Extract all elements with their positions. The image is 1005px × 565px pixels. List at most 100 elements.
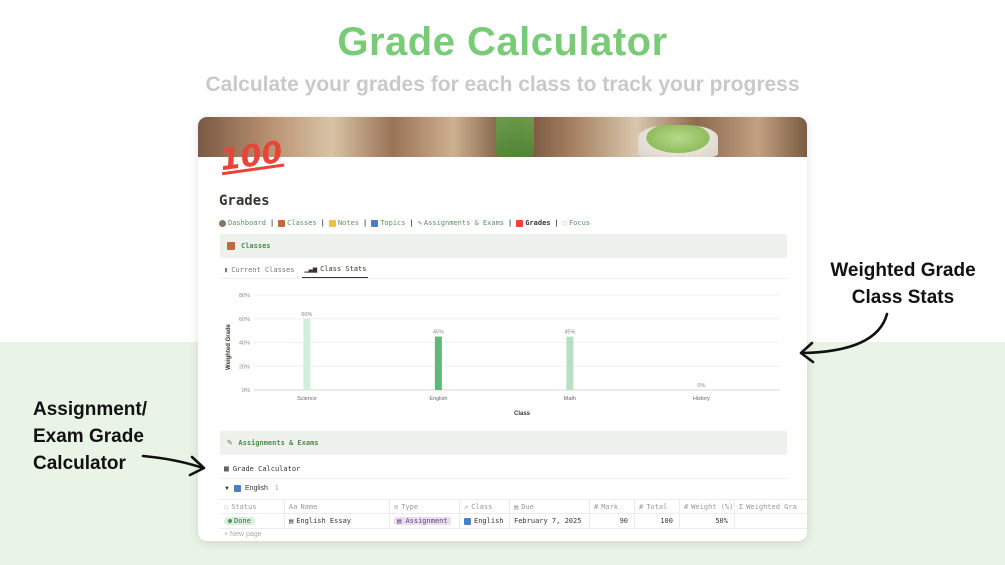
nav-separator: | [269, 219, 275, 227]
cell-weighted-grade[interactable] [735, 514, 807, 528]
classes-callout: Classes [220, 234, 787, 258]
column-header-total[interactable]: # Total [635, 500, 680, 513]
annotation-weighted-grade: Weighted Grade Class Stats [818, 257, 988, 311]
folder-icon [328, 219, 336, 227]
column-header-status[interactable]: ◌ Status [220, 500, 285, 513]
cell-name[interactable]: ▤ English Essay [285, 514, 390, 528]
calendar-icon: ▤ [514, 502, 519, 511]
relation-icon: ↗ [464, 502, 469, 511]
status-text: Done [234, 517, 251, 525]
nav-item-assignments-exams[interactable]: ✎ Assignments & Exams [418, 219, 504, 227]
data-label: 45% [433, 330, 444, 336]
column-label: Weight (%) [691, 502, 734, 511]
nav-item-grades[interactable]: Grades [516, 219, 551, 227]
column-header-due[interactable]: ▤ Due [510, 500, 590, 513]
nav-separator: | [409, 219, 414, 227]
x-axis-label: Class [514, 411, 531, 417]
nav-separator: | [508, 219, 513, 227]
y-axis-label: Weighted Grade [226, 323, 232, 370]
column-header-class[interactable]: ↗ Class [460, 500, 510, 513]
cell-status[interactable]: Done [220, 514, 285, 528]
notion-page-window: 100 Grades Dashboard | Classes | Notes |… [198, 117, 807, 541]
nav-item-topics[interactable]: Topics [371, 219, 405, 227]
column-label: Name [300, 502, 318, 511]
cell-weight[interactable]: 50% [680, 514, 735, 528]
hero-title: Grade Calculator [337, 20, 668, 64]
bar-science[interactable] [303, 318, 311, 390]
books-icon [278, 219, 286, 227]
table-header-row: ◌ Status Aa Name ⊙ Type ↗ Class ▤ Due # Mark #… [220, 499, 807, 514]
hundred-points-emoji[interactable]: 100 [218, 135, 285, 178]
database-title-text: Grade Calculator [232, 464, 301, 473]
nav-separator: | [362, 219, 368, 227]
annotation-line: Weighted Grade [830, 260, 976, 281]
new-page-button[interactable]: + New page [224, 531, 262, 538]
nav-separator: | [554, 219, 559, 227]
bar-math[interactable] [566, 336, 574, 390]
select-icon: ⊙ [394, 502, 399, 511]
database-title[interactable]: ▦ Grade Calculator [224, 464, 300, 473]
cell-type[interactable]: ▤ Assignment [390, 514, 460, 528]
column-header-mark[interactable]: # Mark [590, 500, 635, 513]
nav-item-classes[interactable]: Classes [278, 219, 317, 227]
nav-separator: | [320, 219, 325, 227]
data-label: 45% [564, 330, 575, 336]
chart-svg: 0% 20% 40% 60% 80% 60% Science 45% English 45% Ma… [226, 293, 780, 417]
bar-english[interactable] [434, 336, 442, 390]
column-header-weighted-grade[interactable]: Σ Weighted Gra [735, 500, 807, 513]
grade-table: ◌ Status Aa Name ⊙ Type ↗ Class ▤ Due # Mark #… [220, 499, 807, 529]
database-divider [220, 478, 787, 479]
classes-callout-label: Classes [241, 242, 271, 250]
book-icon [233, 485, 241, 492]
arrow-left-annotation-icon [141, 454, 206, 477]
arrow-right-annotation-icon [799, 312, 889, 364]
x-tick-label: English [429, 396, 447, 402]
column-header-type[interactable]: ⊙ Type [390, 500, 460, 513]
group-header-english[interactable]: ▼ English 1 [224, 485, 279, 492]
tab-current-classes[interactable]: ▮ Current Classes [222, 264, 296, 279]
chart-bars: 60% Science 45% English 45% Math 0% History [297, 312, 710, 402]
type-text: Assignment [405, 517, 448, 525]
timer-icon: ◌ [562, 219, 567, 227]
cell-class[interactable]: English [460, 514, 510, 528]
table-icon: ▦ [224, 464, 229, 473]
x-tick-label: Math [564, 396, 576, 402]
nav-item-dashboard[interactable]: Dashboard [219, 219, 266, 227]
y-tick-label: 60% [239, 317, 250, 323]
annotation-line: Assignment/ [33, 399, 148, 420]
hero-subtitle: Calculate your grades for each class to … [205, 73, 800, 96]
chart-grid: 0% 20% 40% 60% 80% [239, 293, 780, 394]
number-icon: # [594, 502, 599, 511]
total-text: 100 [660, 517, 673, 525]
pencil-icon: ✎ [417, 219, 422, 227]
nav-label: Focus [568, 219, 591, 227]
tab-label: Class Stats [320, 265, 367, 273]
status-dot-icon [228, 519, 232, 523]
page-navigation: Dashboard | Classes | Notes | Topics | ✎… [219, 219, 590, 227]
y-tick-label: 20% [239, 364, 250, 370]
cell-total[interactable]: 100 [635, 514, 680, 528]
column-header-weight[interactable]: # Weight (%) [680, 500, 735, 513]
bar-chart-icon: ▁▃▅ [304, 265, 318, 273]
group-label: English [244, 485, 268, 492]
column-label: Class [471, 502, 493, 511]
annotation-line: Class Stats [851, 287, 955, 308]
nav-item-focus[interactable]: ◌ Focus [563, 219, 590, 227]
status-icon: ◌ [224, 502, 229, 511]
column-label: Type [401, 502, 419, 511]
table-row[interactable]: Done ▤ English Essay ▤ Assignment English… [220, 514, 807, 529]
cover-cup-decoration [638, 125, 718, 157]
column-label: Status [231, 502, 257, 511]
nav-item-notes[interactable]: Notes [328, 219, 359, 227]
weight-text: 50% [715, 517, 728, 525]
cell-mark[interactable]: 90 [590, 514, 635, 528]
tab-class-stats[interactable]: ▁▃▅ Class Stats [302, 264, 369, 279]
column-label: Due [521, 502, 534, 511]
cell-due[interactable]: February 7, 2025 [510, 514, 590, 528]
caret-down-icon: ▼ [224, 485, 230, 492]
status-badge: Done [224, 517, 255, 525]
due-text: February 7, 2025 [514, 517, 582, 525]
book-open-icon: ▮ [224, 266, 229, 274]
group-count: 1 [274, 485, 279, 492]
column-header-name[interactable]: Aa Name [285, 500, 390, 513]
